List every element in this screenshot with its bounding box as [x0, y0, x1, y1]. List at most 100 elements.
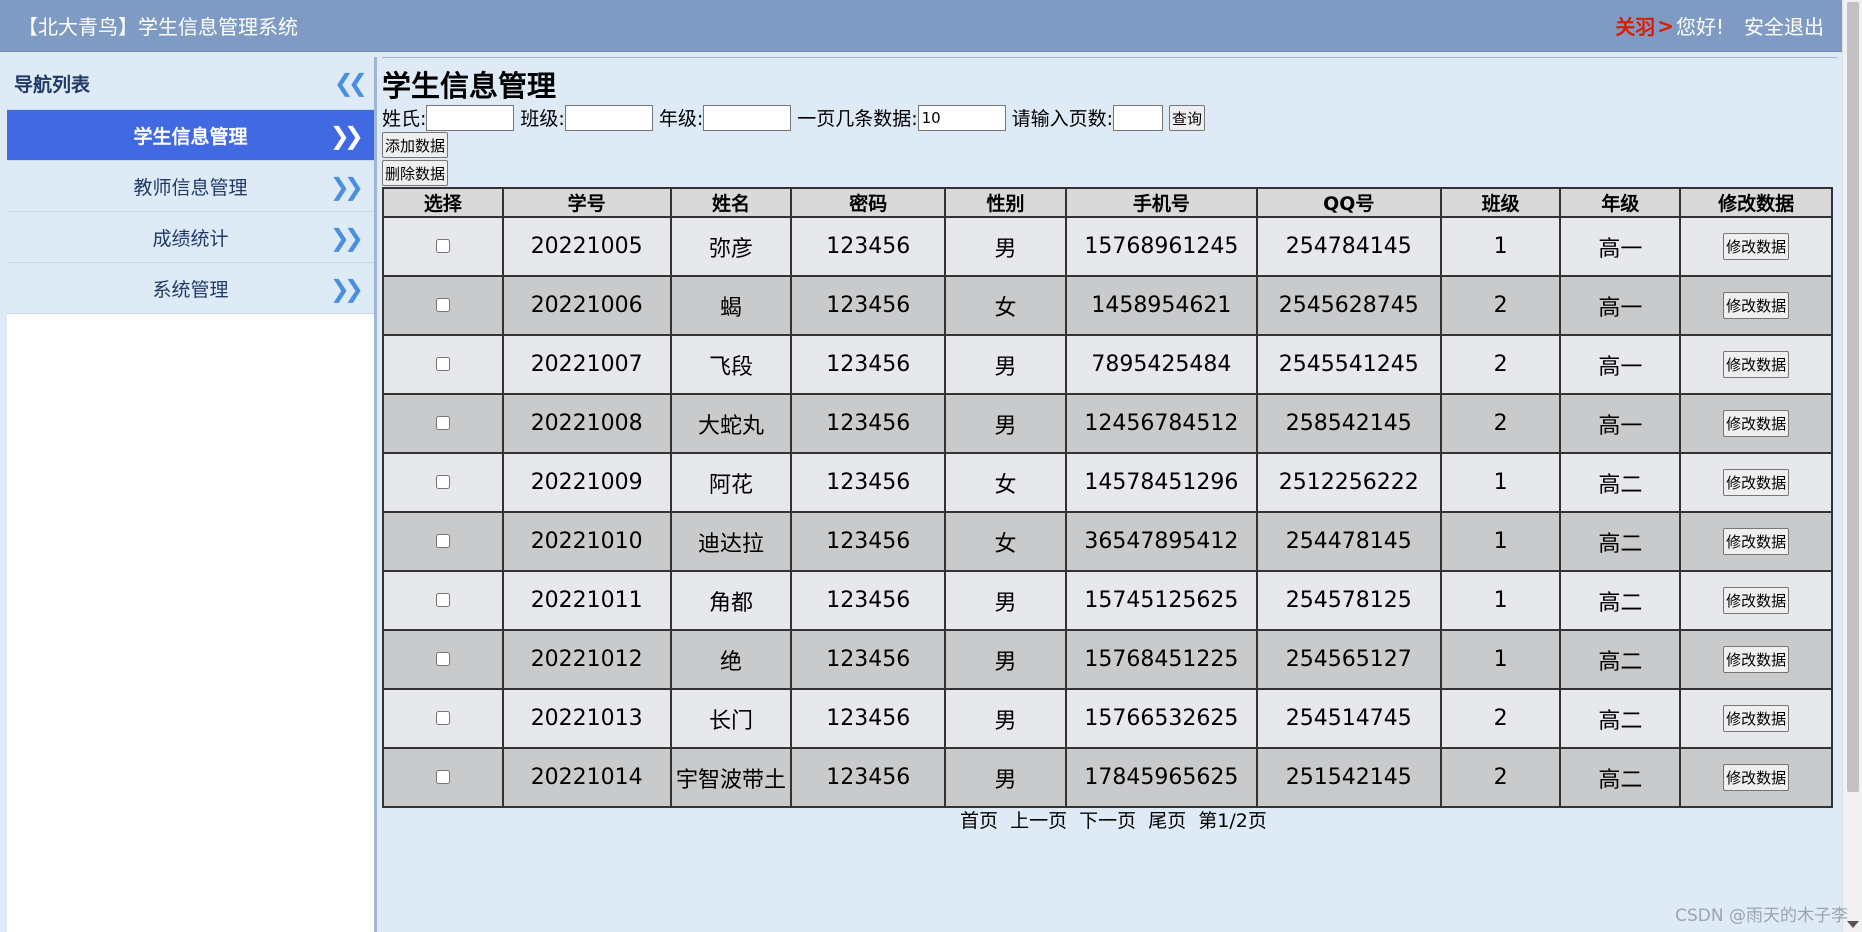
pager-first-link[interactable]: 首页: [960, 810, 998, 832]
page-num-input[interactable]: [1113, 104, 1164, 131]
table-row: 20221013 长门 123456 男 15766532625 254514745 2 高二…: [382, 688, 1833, 749]
cell-class: 1: [1439, 629, 1562, 690]
cell-password: 123456: [790, 688, 947, 749]
row-select-checkbox[interactable]: [435, 593, 450, 607]
row-select-checkbox[interactable]: [435, 770, 450, 784]
cell-name: 飞段: [669, 334, 793, 395]
sidebar: 导航列表 ❮❮ 学生信息管理 ❯❯ 教师信息管理 ❯❯ 成绩统计 ❯❯ 系统管理…: [7, 57, 377, 932]
col-header-select: 选择: [382, 187, 504, 218]
logout-link[interactable]: 安全退出: [1744, 11, 1824, 40]
cell-student-id: 20221013: [501, 688, 672, 749]
edit-data-button[interactable]: 修改数据: [1723, 351, 1790, 378]
cell-name: 弥彦: [669, 216, 793, 277]
scroll-down-arrow-icon[interactable]: [1847, 921, 1859, 928]
cell-edit: 修改数据: [1679, 688, 1833, 749]
cell-name: 角都: [669, 570, 793, 631]
cell-student-id: 20221011: [501, 570, 672, 631]
edit-data-button[interactable]: 修改数据: [1723, 764, 1790, 791]
cell-password: 123456: [790, 570, 947, 631]
cell-grade: 高二: [1559, 629, 1682, 690]
edit-data-button[interactable]: 修改数据: [1723, 292, 1790, 319]
cell-password: 123456: [790, 452, 947, 513]
edit-data-button[interactable]: 修改数据: [1723, 646, 1790, 673]
cell-phone: 15768451225: [1064, 629, 1258, 690]
edit-data-button[interactable]: 修改数据: [1723, 528, 1790, 555]
cell-grade: 高一: [1559, 393, 1682, 454]
cell-select: [382, 216, 504, 277]
sidebar-header: 导航列表 ❮❮: [7, 57, 374, 110]
cell-qq: 254784145: [1255, 216, 1442, 277]
cell-phone: 1458954621: [1064, 275, 1258, 336]
cell-password: 123456: [790, 216, 947, 277]
cell-qq: 258542145: [1255, 393, 1442, 454]
collapse-chevron-icon[interactable]: ❮❮: [334, 71, 368, 95]
add-data-button[interactable]: 添加数据: [382, 132, 449, 158]
col-header-name: 姓名: [669, 187, 793, 218]
query-button[interactable]: 查询: [1169, 104, 1206, 131]
edit-data-button[interactable]: 修改数据: [1723, 233, 1790, 260]
grade-input[interactable]: [703, 104, 792, 131]
pager-next-link[interactable]: 下一页: [1079, 810, 1136, 832]
edit-data-button[interactable]: 修改数据: [1723, 705, 1790, 732]
cell-name: 迪达拉: [669, 511, 793, 572]
pager-last-link[interactable]: 尾页: [1148, 810, 1186, 832]
cell-gender: 男: [944, 747, 1067, 808]
edit-data-button[interactable]: 修改数据: [1723, 469, 1790, 496]
sidebar-item-system-admin[interactable]: 系统管理 ❯❯: [7, 263, 374, 314]
cell-password: 123456: [790, 334, 947, 395]
cell-qq: 254565127: [1255, 629, 1442, 690]
cell-select: [382, 570, 504, 631]
cell-student-id: 20221014: [501, 747, 672, 808]
row-select-checkbox[interactable]: [435, 475, 450, 489]
row-select-checkbox[interactable]: [435, 416, 450, 430]
chevron-right-icon: ❯❯: [329, 275, 364, 303]
col-header-grade: 年级: [1559, 187, 1682, 218]
sidebar-item-score-stats[interactable]: 成绩统计 ❯❯: [7, 212, 374, 263]
row-select-checkbox[interactable]: [435, 711, 450, 725]
row-select-checkbox[interactable]: [435, 239, 450, 253]
pager-prev-link[interactable]: 上一页: [1010, 810, 1067, 832]
user-name: 关羽: [1615, 15, 1656, 39]
row-select-checkbox[interactable]: [435, 652, 450, 666]
delete-data-button[interactable]: 删除数据: [382, 160, 449, 186]
cell-gender: 男: [944, 570, 1067, 631]
edit-data-button[interactable]: 修改数据: [1723, 410, 1790, 437]
vertical-scrollbar[interactable]: [1842, 0, 1862, 932]
cell-student-id: 20221006: [501, 275, 672, 336]
filter-bar: 姓氏: 班级: 年级: 一页几条数据: 请输入页数: 查询: [382, 104, 1206, 131]
table-row: 20221014 宇智波带土 123456 男 17845965625 251542145…: [382, 747, 1833, 808]
surname-input[interactable]: [426, 104, 515, 131]
page-title: 学生信息管理: [382, 69, 557, 103]
row-select-checkbox[interactable]: [435, 298, 450, 312]
page-size-input[interactable]: [917, 104, 1006, 131]
class-input[interactable]: [564, 104, 653, 131]
scrollbar-thumb[interactable]: [1847, 2, 1859, 792]
cell-grade: 高一: [1559, 275, 1682, 336]
divider: [382, 57, 1837, 58]
table-header-row: 选择 学号 姓名 密码 性别 手机号 QQ号 班级 年级 修改数据: [382, 187, 1833, 218]
edit-data-button[interactable]: 修改数据: [1723, 587, 1790, 614]
cell-gender: 男: [944, 393, 1067, 454]
cell-phone: 7895425484: [1064, 334, 1258, 395]
cell-phone: 36547895412: [1064, 511, 1258, 572]
page-num-label: 请输入页数:: [1011, 108, 1114, 130]
cell-grade: 高一: [1559, 216, 1682, 277]
user-arrow: >: [1657, 13, 1674, 38]
cell-name: 绝: [669, 629, 793, 690]
cell-phone: 15745125625: [1064, 570, 1258, 631]
sidebar-item-student-info[interactable]: 学生信息管理 ❯❯: [7, 110, 374, 161]
table-row: 20221011 角都 123456 男 15745125625 254578125 1 高二…: [382, 570, 1833, 631]
col-header-student-id: 学号: [501, 187, 672, 218]
col-header-edit: 修改数据: [1679, 187, 1833, 218]
row-select-checkbox[interactable]: [435, 534, 450, 548]
cell-class: 2: [1439, 393, 1562, 454]
cell-select: [382, 688, 504, 749]
cell-edit: 修改数据: [1679, 452, 1833, 513]
sidebar-item-teacher-info[interactable]: 教师信息管理 ❯❯: [7, 161, 374, 212]
cell-class: 2: [1439, 747, 1562, 808]
row-select-checkbox[interactable]: [435, 357, 450, 371]
cell-name: 阿花: [669, 452, 793, 513]
chevron-right-icon: ❯❯: [329, 122, 364, 150]
cell-gender: 女: [944, 275, 1067, 336]
chevron-right-icon: ❯❯: [329, 173, 364, 201]
